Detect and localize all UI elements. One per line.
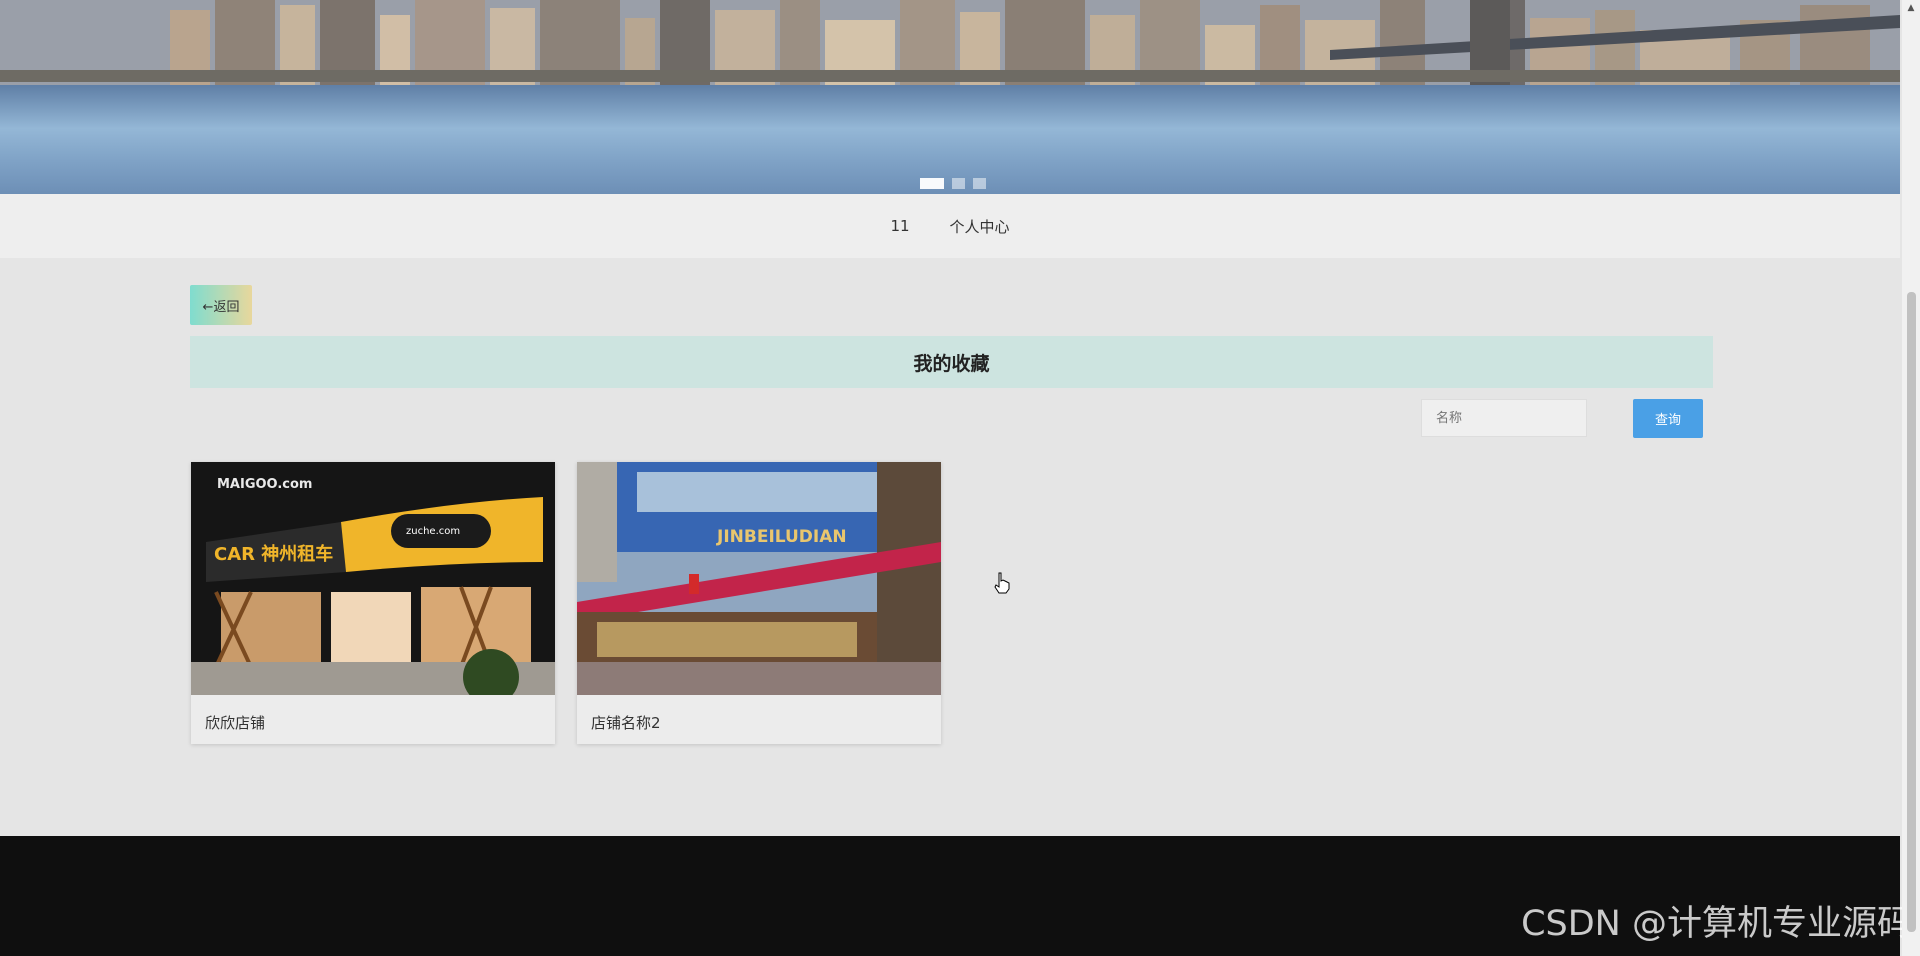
svg-text:JINBEILUDIAN: JINBEILUDIAN (716, 527, 847, 547)
search-input[interactable] (1421, 399, 1587, 437)
page-title: 我的收藏 (913, 352, 990, 375)
nav-item-personal-center[interactable]: 个人中心 (950, 216, 1010, 237)
nav-item-11[interactable]: 11 (890, 217, 909, 235)
scroll-up-arrow-icon[interactable]: ▲ (1902, 0, 1920, 16)
top-nav: 11 个人中心 (0, 194, 1900, 258)
favorite-card[interactable]: JINBEILUDIAN 店铺名称2 (577, 462, 941, 744)
scroll-thumb[interactable] (1907, 292, 1916, 932)
watermark-text: CSDN @计算机专业源码 (1521, 904, 1912, 944)
page: 11 个人中心 ←返回 我的收藏 查询 MAIGOO.com zuche.com… (0, 0, 1900, 956)
hand-cursor-icon (994, 572, 1010, 594)
vertical-scrollbar[interactable]: ▲ (1902, 0, 1920, 956)
carousel-dot[interactable] (952, 178, 965, 189)
carousel-indicators (920, 178, 986, 189)
back-button[interactable]: ←返回 (190, 285, 252, 325)
title-bar: 我的收藏 (190, 336, 1713, 388)
svg-text:zuche.com: zuche.com (406, 526, 460, 537)
banner-carousel (0, 0, 1900, 194)
car-rental-storefront-image: MAIGOO.com zuche.com CAR 神州租车 (191, 462, 555, 695)
favorite-card-name: 店铺名称2 (591, 714, 661, 732)
city-skyline-image (0, 0, 1900, 95)
carousel-dot[interactable] (973, 178, 986, 189)
carousel-dot[interactable] (920, 178, 944, 189)
favorite-card-name: 欣欣店铺 (205, 714, 266, 732)
svg-text:MAIGOO.com: MAIGOO.com (217, 477, 312, 492)
svg-text:CAR 神州租车: CAR 神州租车 (214, 543, 333, 565)
market-storefront-image: JINBEILUDIAN (577, 462, 941, 695)
search-button[interactable]: 查询 (1633, 399, 1703, 438)
favorite-card[interactable]: MAIGOO.com zuche.com CAR 神州租车 欣欣店铺 (191, 462, 555, 744)
